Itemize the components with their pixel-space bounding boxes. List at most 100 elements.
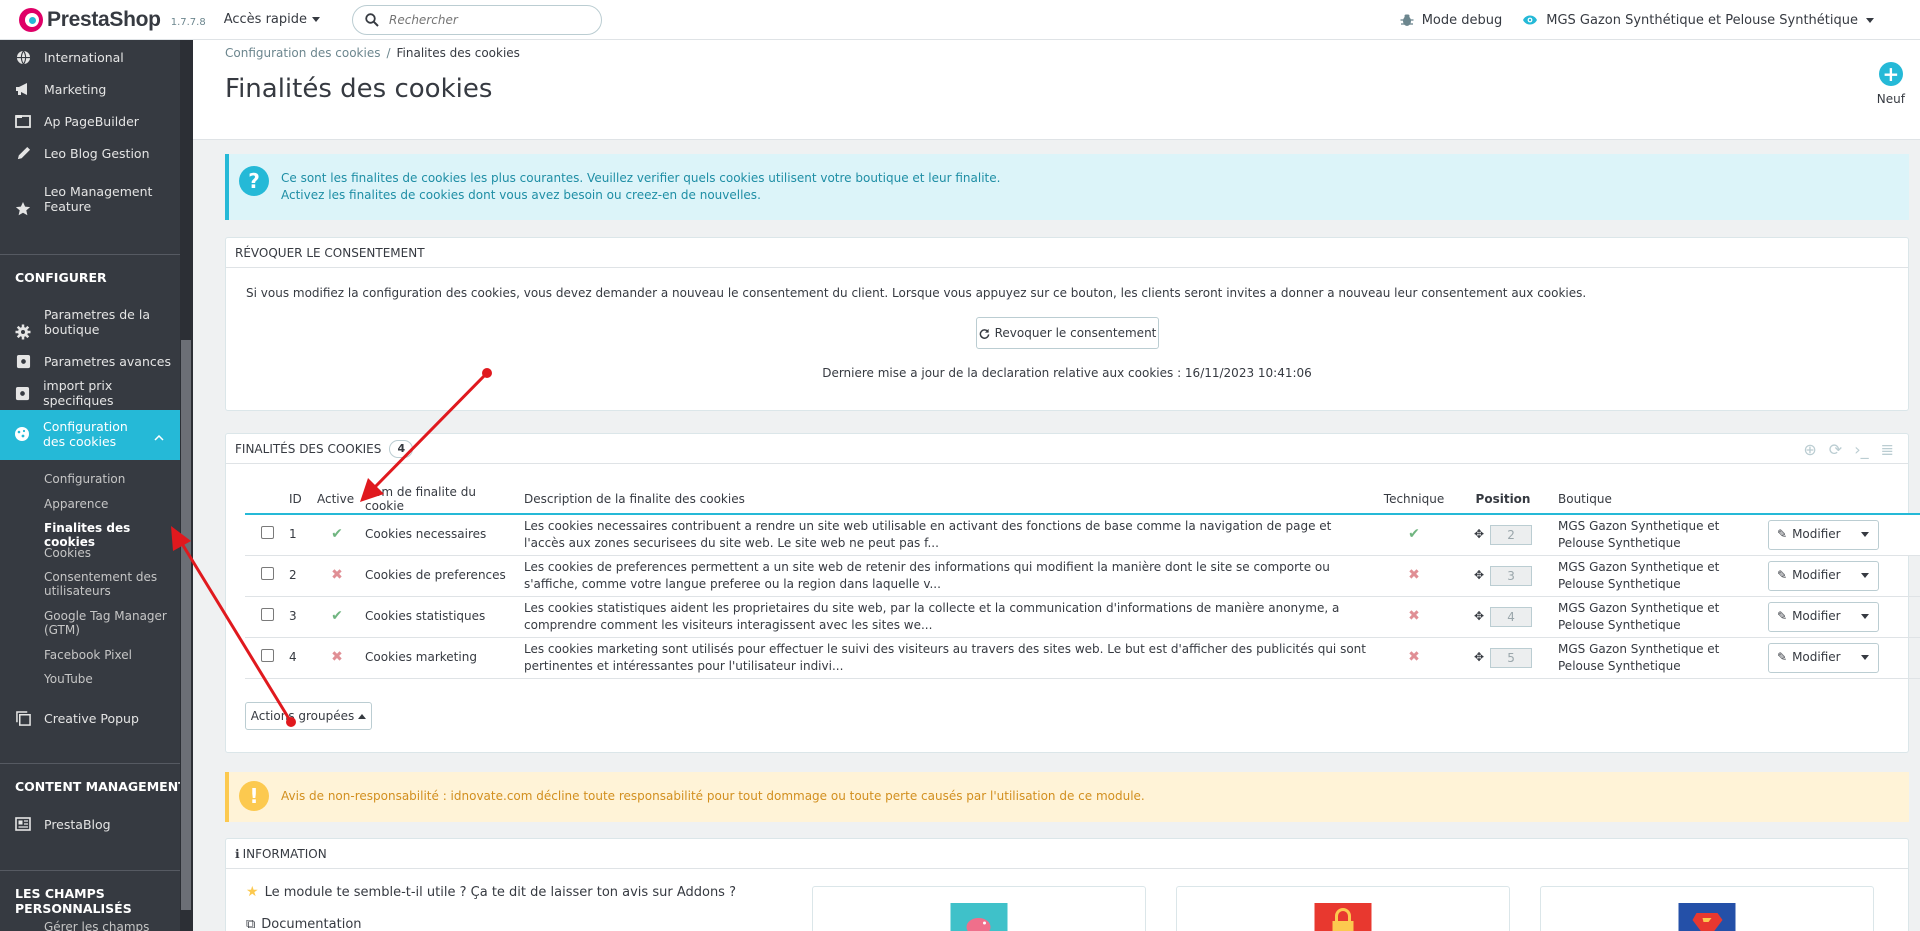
col-position[interactable]: Position [1458,485,1548,515]
table-row[interactable]: 1 ✔ Cookies necessaires Les cookies nece… [245,514,1920,556]
row-description: Les cookies de preferences permettent a … [520,555,1370,597]
cross-icon[interactable]: ✖ [1408,567,1420,583]
cross-icon[interactable]: ✖ [331,649,343,665]
sub-item-configuration[interactable]: Configuration [44,472,174,486]
add-icon[interactable]: ⊕ [1803,440,1816,459]
revoke-consent-button[interactable]: Revoquer le consentement [976,317,1159,349]
col-id[interactable]: ID [285,485,313,515]
sidebar-item-import-prix[interactable]: import prix specifiques [0,378,180,408]
modify-button[interactable]: ✎ Modifier [1768,519,1879,550]
drag-move-icon[interactable]: ✥ [1474,608,1484,625]
sub-item-finalites-cookies[interactable]: Finalites des cookies [44,521,174,549]
cross-icon[interactable]: ✖ [1408,608,1420,624]
sidebar-item-configuration-cookies[interactable]: Configuration des cookies [0,410,180,460]
drag-move-icon[interactable]: ✥ [1474,526,1484,543]
drag-move-icon[interactable]: ✥ [1474,567,1484,584]
row-id: 3 [285,596,313,638]
pencil-icon: ✎ [1777,609,1788,623]
sidebar-item-prestablog[interactable]: PrestaBlog [0,812,180,836]
panel-heading: ℹ INFORMATION [226,839,1908,869]
sidebar-scrollbar[interactable] [180,40,193,931]
sidebar-item-leo-blog[interactable]: Leo Blog Gestion [0,141,180,165]
revoke-button-label: Revoquer le consentement [994,326,1157,340]
quick-access-dropdown[interactable]: Accès rapide [224,12,320,27]
sql-terminal-icon[interactable]: ›_ [1854,440,1868,459]
bulk-actions-button[interactable]: Actions groupées [245,702,372,730]
question-icon: ? [239,166,269,196]
position-value: 3 [1490,565,1533,586]
table-header-row: ID Active Nom de finalite du cookie Desc… [245,485,1920,515]
col-technique[interactable]: Technique [1370,485,1458,515]
sub-item-gerer-champs[interactable]: Gérer les champs [44,920,174,931]
sub-item-google-tag-manager[interactable]: Google Tag Manager (GTM) [44,609,169,637]
sub-item-facebook-pixel[interactable]: Facebook Pixel [44,648,174,662]
modify-button[interactable]: ✎ Modifier [1768,560,1879,591]
caret-down-icon[interactable] [1852,603,1878,631]
sidebar-item-leo-management[interactable]: Leo Management Feature [0,183,180,216]
check-icon[interactable]: ✔ [1408,526,1420,542]
check-icon[interactable]: ✔ [331,608,343,624]
row-name: Cookies marketing [361,637,520,679]
refresh-icon[interactable]: ⟳ [1829,440,1842,459]
caret-down-icon [1866,17,1874,23]
sidebar-item-marketing[interactable]: Marketing [0,77,180,101]
caret-down-icon[interactable] [1852,521,1878,549]
review-text: Le module te semble-t-il utile ? Ça te d… [264,884,736,900]
cross-icon[interactable]: ✖ [1408,649,1420,665]
database-icon[interactable]: ≣ [1881,440,1894,459]
sub-item-apparence[interactable]: Apparence [44,497,174,511]
col-shop[interactable]: Boutique [1548,485,1764,515]
drag-move-icon[interactable]: ✥ [1474,649,1484,666]
search-box[interactable] [352,4,602,35]
search-input[interactable] [389,12,569,27]
top-header: PrestaShop 1.7.7.8 Accès rapide Mode deb… [0,0,1920,40]
row-shop: MGS Gazon Synthetique et Pelouse Synthet… [1548,514,1764,556]
exclamation-icon: ! [239,781,269,811]
sidebar-scrollbar-thumb[interactable] [181,340,191,910]
row-checkbox[interactable] [261,566,274,580]
col-description[interactable]: Description de la finalite des cookies [520,485,1370,515]
warning-text: Avis de non-responsabilité : idnovate.co… [281,789,1145,803]
position-value: 2 [1490,524,1533,545]
new-button-label: Neuf [1876,92,1905,106]
caret-down-icon[interactable] [1852,562,1878,590]
col-name[interactable]: Nom de finalite du cookie [361,485,520,515]
caret-down-icon[interactable] [1852,644,1878,672]
sidebar-item-ap-pagebuilder[interactable]: Ap PageBuilder [0,109,180,133]
documentation-link[interactable]: ⧉ Documentation [246,917,362,931]
modify-button[interactable]: ✎ Modifier [1768,642,1879,673]
sub-item-cookies[interactable]: Cookies [44,546,174,560]
review-link[interactable]: ★ Le module te semble-t-il utile ? Ça te… [246,884,736,900]
table-row[interactable]: 3 ✔ Cookies statistiques Les cookies sta… [245,596,1920,638]
addon-card[interactable] [1540,886,1874,931]
addon-card[interactable] [812,886,1146,931]
sidebar-item-creative-popup[interactable]: Creative Popup [0,702,180,734]
addon-card[interactable] [1176,886,1510,931]
row-checkbox[interactable] [261,607,274,621]
breadcrumb-parent[interactable]: Configuration des cookies [225,46,380,60]
sidebar-item-parametres-boutique[interactable]: Parametres de la boutique [0,306,180,340]
sidebar-item-label: PrestaBlog [44,816,111,832]
sidebar-item-international[interactable]: International [0,45,180,69]
modify-button[interactable]: ✎ Modifier [1768,601,1879,632]
col-active[interactable]: Active [313,485,361,515]
new-button[interactable]: + Neuf [1877,62,1905,106]
sidebar-item-label: Marketing [44,81,107,97]
debug-mode-link[interactable]: Mode debug [1400,13,1502,28]
check-icon[interactable]: ✔ [331,526,343,542]
puzzle-icon [13,351,33,371]
info-alert-line1: Ce sont les finalites de cookies les plu… [281,171,1001,185]
row-checkbox[interactable] [261,648,274,662]
table-row[interactable]: 2 ✖ Cookies de preferences Les cookies d… [245,555,1920,597]
shop-selector[interactable]: MGS Gazon Synthétique et Pelouse Synthét… [1522,13,1874,28]
sub-item-youtube[interactable]: YouTube [44,672,174,686]
prestashop-logo[interactable]: PrestaShop 1.7.7.8 [19,7,206,32]
piggy-bank-icon [950,903,1008,931]
sidebar-item-parametres-avances[interactable]: Parametres avances [0,349,180,373]
sub-item-consentement[interactable]: Consentement des utilisateurs [44,570,159,598]
row-id: 4 [285,637,313,679]
row-checkbox[interactable] [261,525,274,539]
table-row[interactable]: 4 ✖ Cookies marketing Les cookies market… [245,637,1920,679]
cross-icon[interactable]: ✖ [331,567,343,583]
sidebar-item-label: Configuration des cookies [43,419,128,449]
